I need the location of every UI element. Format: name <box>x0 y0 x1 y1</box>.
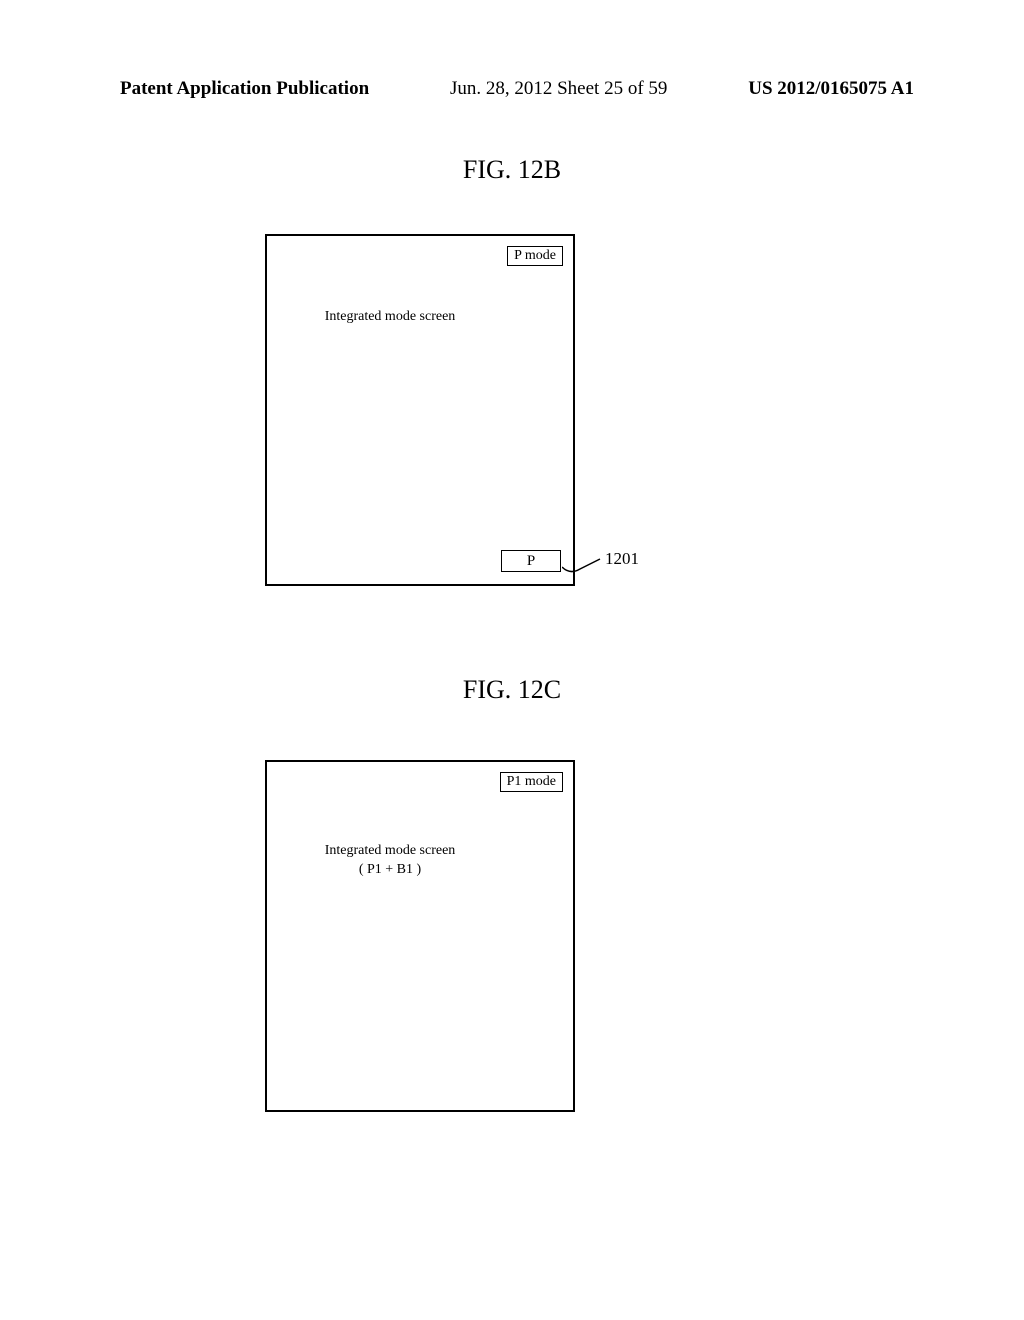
page-header: Patent Application Publication Jun. 28, … <box>0 78 1024 100</box>
mode-indicator-12c: P1 mode <box>500 772 563 792</box>
mode-indicator-12b: P mode <box>507 246 563 266</box>
publication-number: US 2012/0165075 A1 <box>748 78 914 100</box>
reference-numeral-1201: 1201 <box>605 549 639 569</box>
date-and-sheet: Jun. 28, 2012 Sheet 25 of 59 <box>450 78 667 100</box>
figure-title-12c: FIG. 12C <box>0 675 1024 705</box>
p-button-12b: P <box>501 550 561 572</box>
figure-title-12b: FIG. 12B <box>0 155 1024 185</box>
screen-label-12c-line2: ( P1 + B1 ) <box>359 862 421 877</box>
publication-type: Patent Application Publication <box>120 78 369 100</box>
screen-label-12b: Integrated mode screen <box>267 308 573 327</box>
screen-12b: P mode Integrated mode screen P <box>265 234 575 586</box>
screen-label-12c: Integrated mode screen ( P1 + B1 ) <box>267 842 573 880</box>
screen-label-12c-line1: Integrated mode screen <box>325 843 456 858</box>
screen-12c: P1 mode Integrated mode screen ( P1 + B1… <box>265 760 575 1112</box>
